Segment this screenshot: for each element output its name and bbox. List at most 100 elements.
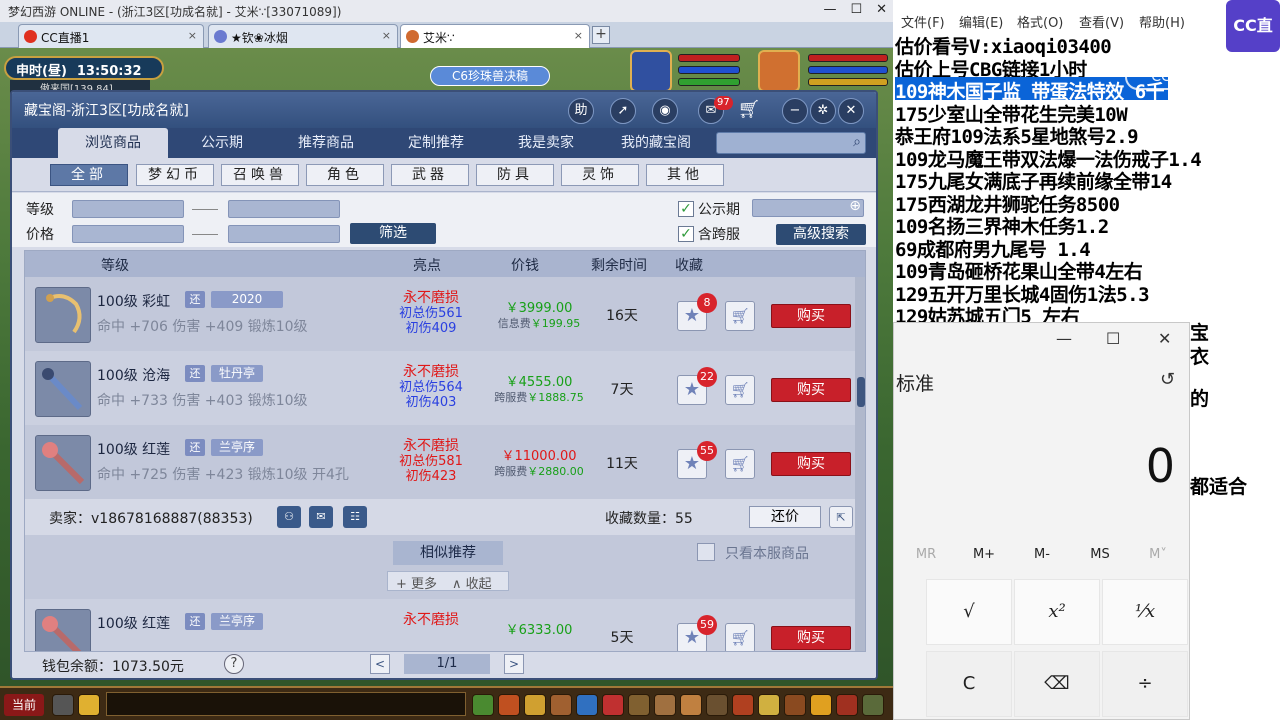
next-page-button[interactable]: > xyxy=(504,654,524,674)
price-min-input[interactable] xyxy=(72,225,184,243)
list-item[interactable]: 100级 彩虹 还 2020 命中 +706 伤害 +409 锻炼10级 永不磨… xyxy=(25,277,855,351)
help-icon[interactable]: ? xyxy=(224,654,244,674)
screenshot-icon[interactable] xyxy=(862,694,884,716)
attack-icon[interactable] xyxy=(472,694,494,716)
tab-character-2[interactable]: ★钦❀冰烟 × xyxy=(208,24,398,48)
filter-button[interactable]: 筛选 xyxy=(350,223,436,244)
tab-recommend[interactable]: 推荐商品 xyxy=(276,128,376,158)
smile-icon[interactable] xyxy=(810,694,832,716)
tab-public[interactable]: 公示期 xyxy=(172,128,272,158)
maximize-icon[interactable]: ☐ xyxy=(850,2,862,17)
category-armor[interactable]: 防具 xyxy=(476,164,554,186)
bargain-button[interactable]: 还价 xyxy=(749,506,821,528)
menu-icon[interactable] xyxy=(836,694,858,716)
menu-file[interactable]: 文件(F) xyxy=(901,12,945,31)
minimize-icon[interactable]: — xyxy=(823,2,836,17)
reciprocal-key[interactable]: ⅟x xyxy=(1102,579,1188,645)
tab-character-active[interactable]: 艾米∵ × xyxy=(400,24,590,48)
emoji-icon[interactable] xyxy=(78,694,100,716)
settings-gear-icon[interactable]: ✲ xyxy=(810,98,836,124)
category-weapon[interactable]: 武器 xyxy=(391,164,469,186)
tab-custom[interactable]: 定制推荐 xyxy=(386,128,486,158)
event-banner[interactable]: C6珍珠兽决稿 xyxy=(430,66,550,86)
calc-mode-label[interactable]: 标准 xyxy=(896,369,934,396)
chat-channel-button[interactable]: 当前 xyxy=(4,694,44,716)
close-icon[interactable]: ✕ xyxy=(1158,329,1171,348)
divide-key[interactable]: ÷ xyxy=(1102,651,1188,717)
cross-server-checkbox[interactable]: ✓ xyxy=(678,226,694,242)
buy-button[interactable]: 购买 xyxy=(771,452,851,476)
pet-portrait[interactable] xyxy=(630,50,672,92)
add-to-cart-icon[interactable]: 🛒︎ xyxy=(725,449,755,479)
memory-add-button[interactable]: M+ xyxy=(954,547,1014,562)
quick-icon[interactable] xyxy=(680,694,702,716)
plus-icon[interactable]: ⊕ xyxy=(849,198,861,214)
public-checkbox[interactable]: ✓ xyxy=(678,201,694,217)
help-button[interactable]: 助 xyxy=(568,98,594,124)
square-key[interactable]: x² xyxy=(1014,579,1100,645)
tab-close-icon[interactable]: × xyxy=(188,29,197,42)
player-portrait[interactable] xyxy=(758,50,800,92)
backspace-key[interactable]: ⌫ xyxy=(1014,651,1100,717)
only-this-server-toggle[interactable]: 只看本服商品 xyxy=(697,543,809,563)
list-item[interactable]: 100级 红莲 还 兰亭序 命中 +725 伤害 +423 锻炼10级 开4孔 … xyxy=(25,425,855,499)
buy-button[interactable]: 购买 xyxy=(771,378,851,402)
menu-edit[interactable]: 编辑(E) xyxy=(959,12,1003,31)
close-icon[interactable]: ✕ xyxy=(838,98,864,124)
shop-icon[interactable]: ☷ xyxy=(343,506,367,528)
new-tab-button[interactable]: + xyxy=(592,26,610,44)
animation-icon[interactable] xyxy=(732,694,754,716)
record-icon[interactable]: ◉ xyxy=(652,98,678,124)
buy-button[interactable]: 购买 xyxy=(771,304,851,328)
category-pet[interactable]: 召唤兽 xyxy=(221,164,299,186)
pet-icon[interactable] xyxy=(602,694,624,716)
chat-bubble-icon[interactable]: ✉ xyxy=(309,506,333,528)
menu-view[interactable]: 查看(V) xyxy=(1079,12,1124,31)
list-item[interactable]: 100级 红莲 还 兰亭序 永不磨损 ￥6333.00 5天 ★ 59 🛒︎ 购… xyxy=(25,599,855,651)
sqrt-key[interactable]: √ xyxy=(926,579,1012,645)
list-item[interactable]: 100级 沧海 还 牡丹亭 命中 +733 伤害 +403 锻炼10级 永不磨损… xyxy=(25,351,855,425)
tab-cc-live[interactable]: CC直播1 × xyxy=(18,24,204,48)
history-icon[interactable]: ↺ xyxy=(1160,369,1175,390)
buy-button[interactable]: 购买 xyxy=(771,626,851,650)
add-to-cart-icon[interactable]: 🛒︎ xyxy=(725,375,755,405)
chat-input[interactable] xyxy=(106,692,466,716)
share-out-icon[interactable]: ⇱ xyxy=(829,506,853,528)
add-to-cart-icon[interactable]: 🛒︎ xyxy=(725,623,755,651)
only-server-checkbox[interactable] xyxy=(697,543,715,561)
microphone-icon[interactable] xyxy=(52,694,74,716)
category-currency[interactable]: 梦幻币 xyxy=(136,164,214,186)
trade-icon[interactable] xyxy=(550,694,572,716)
tab-close-icon[interactable]: × xyxy=(382,29,391,42)
weapon-icon[interactable] xyxy=(35,361,91,417)
give-icon[interactable] xyxy=(524,694,546,716)
add-friend-icon[interactable]: ⚇ xyxy=(277,506,301,528)
team-icon[interactable] xyxy=(576,694,598,716)
advanced-search-button[interactable]: 高级搜索 xyxy=(776,224,866,245)
search-icon[interactable]: ⌕ xyxy=(853,134,861,150)
tab-my-cbg[interactable]: 我的藏宝阁 xyxy=(606,128,706,158)
minimize-icon[interactable]: — xyxy=(1056,329,1072,348)
level-min-input[interactable] xyxy=(72,200,184,218)
tab-close-icon[interactable]: × xyxy=(574,29,583,42)
category-character[interactable]: 角色 xyxy=(306,164,384,186)
item-icon[interactable] xyxy=(498,694,520,716)
menu-format[interactable]: 格式(O) xyxy=(1017,12,1063,31)
price-max-input[interactable] xyxy=(228,225,340,243)
public-select[interactable]: ⊕ xyxy=(752,198,864,217)
level-max-input[interactable] xyxy=(228,200,340,218)
system-icon[interactable] xyxy=(784,694,806,716)
chat-icon[interactable] xyxy=(758,694,780,716)
weapon-icon[interactable] xyxy=(35,435,91,491)
scroll-thumb[interactable] xyxy=(857,377,865,407)
tab-browse[interactable]: 浏览商品 xyxy=(58,128,168,158)
memory-subtract-button[interactable]: M- xyxy=(1012,547,1072,562)
list-scrollbar[interactable] xyxy=(855,277,865,651)
category-accessory[interactable]: 灵饰 xyxy=(561,164,639,186)
tab-seller[interactable]: 我是卖家 xyxy=(496,128,596,158)
add-to-cart-icon[interactable]: 🛒︎ xyxy=(725,301,755,331)
minimize-icon[interactable]: − xyxy=(782,98,808,124)
prev-page-button[interactable]: < xyxy=(370,654,390,674)
cart-icon[interactable]: 🛒︎ xyxy=(736,98,762,124)
weapon-icon[interactable] xyxy=(35,609,91,651)
